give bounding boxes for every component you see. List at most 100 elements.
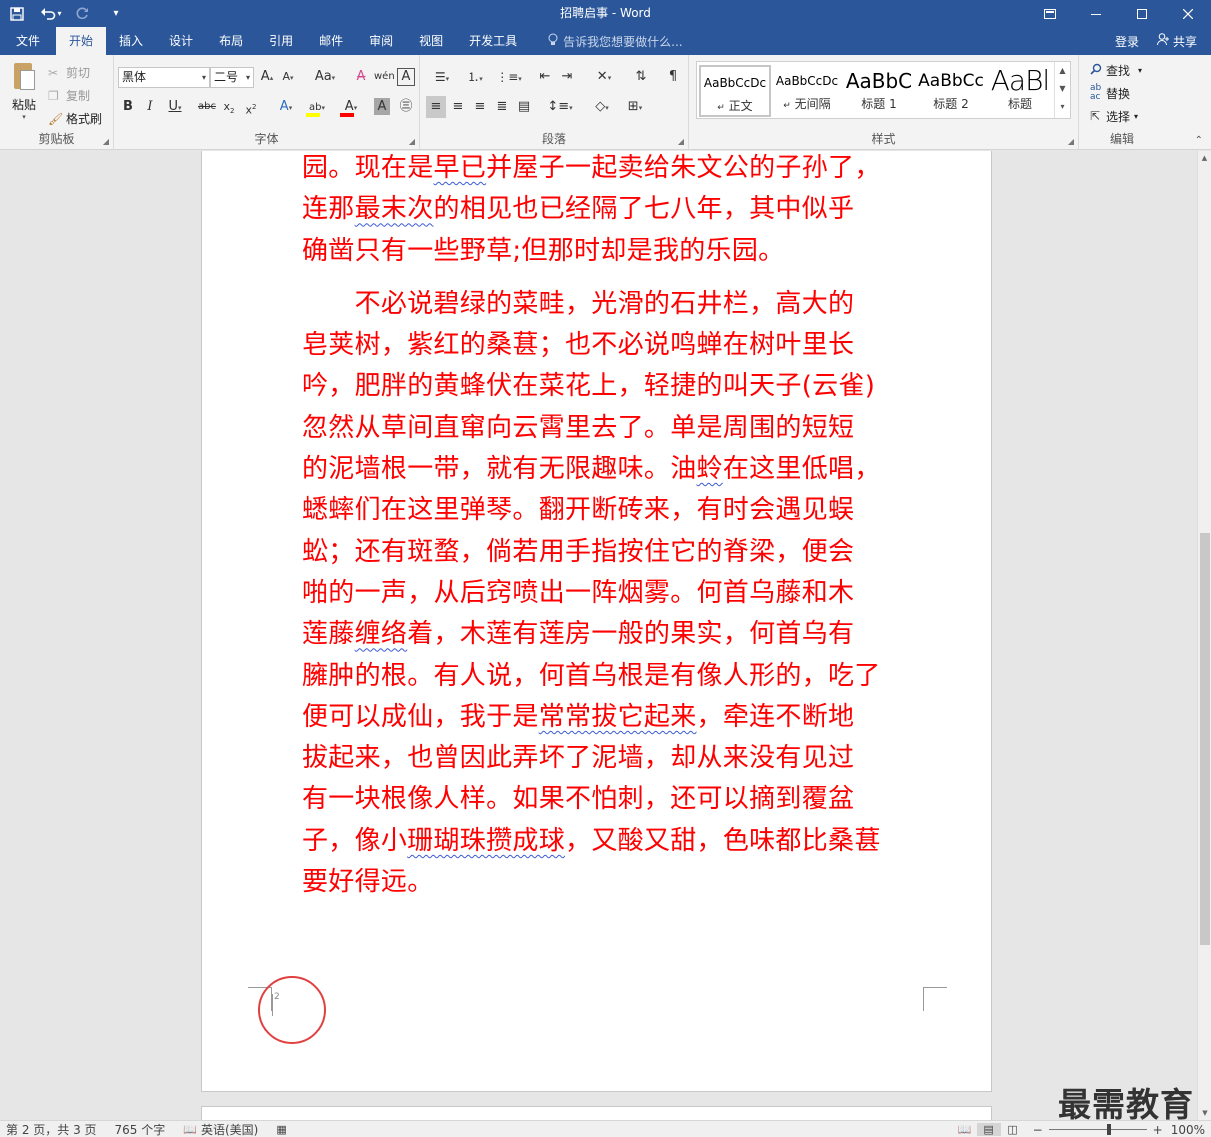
save-icon[interactable] [0,0,34,27]
change-case-button[interactable]: Aa▾ [310,66,340,88]
page-count-status[interactable]: 第 2 页，共 3 页 [6,1121,97,1137]
scrollbar-thumb[interactable] [1200,533,1210,945]
zoom-slider[interactable] [1048,1124,1147,1135]
web-layout-icon[interactable]: ◫ [1001,1123,1025,1136]
tab-file[interactable]: 文件 [0,27,56,55]
copy-button[interactable]: ❐ 复制 [48,84,102,107]
read-mode-icon[interactable]: 📖 [953,1123,977,1136]
document-page[interactable]: 园。现在是早已并屋子一起卖给朱文公的子孙了， 连那最末次的相见也已经隔了七八年，… [201,151,992,1092]
bullets-icon[interactable]: ☰▾ [428,66,456,88]
decrease-indent-icon[interactable]: ⇤ [536,66,554,88]
align-right-icon[interactable]: ≡ [470,96,490,118]
macro-record-icon[interactable]: ▦ [276,1123,286,1136]
redo-icon[interactable] [68,0,96,27]
paragraph-launcher-icon[interactable]: ◢ [678,137,684,146]
font-size-combo[interactable]: 二号 ▾ [210,67,254,88]
enclose-characters-icon[interactable]: ㊂ [397,96,415,118]
style-title[interactable]: AaBl 标题 [987,65,1053,117]
italic-icon[interactable]: I [142,96,158,118]
tab-design[interactable]: 设计 [156,27,206,55]
character-shading-icon[interactable]: A [374,98,390,115]
replace-button[interactable]: ab ac 替换 [1090,82,1130,104]
multilevel-list-icon[interactable]: ⋮≡▾ [494,66,524,88]
tell-me-search[interactable]: 告诉我您想要做什么... [548,33,683,50]
tell-me-placeholder: 告诉我您想要做什么... [563,34,683,49]
clipboard-group: 粘贴 ▾ ✂ 剪切 ❐ 复制 🖌 格式刷 剪贴板 ◢ [0,55,114,150]
gallery-up-icon[interactable]: ▲ [1055,62,1070,80]
style-heading-2[interactable]: AaBbCc 标题 2 [915,65,987,117]
increase-indent-icon[interactable]: ⇥ [558,66,576,88]
styles-launcher-icon[interactable]: ◢ [1068,137,1074,146]
style-heading-1[interactable]: AaBbC 标题 1 [843,65,915,117]
next-page[interactable] [201,1106,992,1120]
style-normal[interactable]: AaBbCcDc ↵ 正文 [699,65,771,117]
find-button[interactable]: 查找 ▾ [1090,59,1142,81]
print-layout-icon[interactable]: ▤ [976,1123,1001,1136]
tab-developer[interactable]: 开发工具 [456,27,530,55]
clipboard-launcher-icon[interactable]: ◢ [103,137,109,146]
scroll-up-icon[interactable]: ▲ [1198,151,1211,165]
text-effects-icon[interactable]: A▾ [274,96,298,118]
ribbon-display-options-icon[interactable] [1027,0,1073,27]
subscript-icon[interactable]: x2 [220,96,238,118]
grow-font-icon[interactable]: A▴ [258,66,276,88]
undo-dropdown-icon[interactable]: ▾ [57,9,61,18]
gallery-more-icon[interactable]: ▾ [1055,98,1070,116]
align-center-icon[interactable]: ≡ [448,96,468,118]
character-border-icon[interactable]: A [397,68,415,86]
zoom-in-icon[interactable]: + [1153,1123,1163,1137]
paste-dropdown-icon[interactable]: ▾ [6,113,42,121]
maximize-icon[interactable] [1119,0,1165,27]
login-link[interactable]: 登录 [1115,33,1139,50]
tab-home[interactable]: 开始 [56,27,107,55]
line-spacing-icon[interactable]: ↕≡▾ [546,96,574,118]
chinese-layout-icon[interactable]: ✕▾ [590,66,618,88]
strikethrough-icon[interactable]: abc [196,96,218,118]
clear-formatting-icon[interactable]: A̶ [352,66,370,88]
language-status[interactable]: 英语(美国) [201,1121,258,1137]
highlight-color-icon[interactable]: ab▾ [304,96,330,118]
gallery-down-icon[interactable]: ▼ [1055,80,1070,98]
tab-mailings[interactable]: 邮件 [306,27,356,55]
paste-button[interactable]: 粘贴 ▾ [6,61,42,121]
customize-qat-icon[interactable]: ▾ [96,0,136,27]
zoom-out-icon[interactable]: − [1033,1123,1043,1137]
align-left-icon[interactable]: ≡ [426,96,446,118]
undo-icon[interactable]: ▾ [34,0,68,27]
numbering-icon[interactable]: ⒈▾ [460,66,490,88]
shading-icon[interactable]: ◇▾ [588,96,616,118]
bold-icon[interactable]: B [120,96,136,118]
distributed-icon[interactable]: ▤ [514,96,534,118]
borders-icon[interactable]: ⊞▾ [620,96,650,118]
scroll-down-icon[interactable]: ▼ [1198,1106,1211,1120]
minimize-icon[interactable] [1073,0,1119,27]
phonetic-guide-icon[interactable]: wén [374,66,395,88]
font-color-icon[interactable]: A▾ [338,96,364,118]
select-button[interactable]: ⇱ 选择 ▾ [1090,105,1138,127]
tab-review[interactable]: 审阅 [356,27,406,55]
document-body[interactable]: 园。现在是早已并屋子一起卖给朱文公的子孙了， 连那最末次的相见也已经隔了七八年，… [302,151,924,903]
font-launcher-icon[interactable]: ◢ [409,137,415,146]
superscript-icon[interactable]: x2 [242,96,260,118]
underline-icon[interactable]: U▾ [164,96,186,118]
close-icon[interactable] [1165,0,1211,27]
format-painter-button[interactable]: 🖌 格式刷 [48,107,102,130]
vertical-scrollbar[interactable]: ▲ ▼ [1197,151,1211,1120]
tab-view[interactable]: 视图 [406,27,456,55]
share-button[interactable]: 共享 [1156,33,1197,50]
collapse-ribbon-icon[interactable]: ⌃ [1195,135,1203,146]
proofing-icon[interactable]: 📖 [183,1123,197,1136]
justify-icon[interactable]: ≣ [492,96,512,118]
shrink-font-icon[interactable]: A▾ [279,66,297,88]
style-no-spacing[interactable]: AaBbCcDc ↵ 无间隔 [771,65,843,117]
sort-icon[interactable]: ⇅ [632,66,650,88]
zoom-slider-knob[interactable] [1106,1124,1111,1135]
tab-insert[interactable]: 插入 [106,27,156,55]
font-name-combo[interactable]: 黑体 ▾ [118,67,210,88]
tab-layout[interactable]: 布局 [206,27,256,55]
zoom-percent[interactable]: 100% [1171,1123,1205,1137]
show-formatting-marks-icon[interactable]: ¶ [664,66,682,88]
tab-references[interactable]: 引用 [256,27,306,55]
word-count-status[interactable]: 765 个字 [115,1121,166,1137]
cut-button[interactable]: ✂ 剪切 [48,61,102,84]
